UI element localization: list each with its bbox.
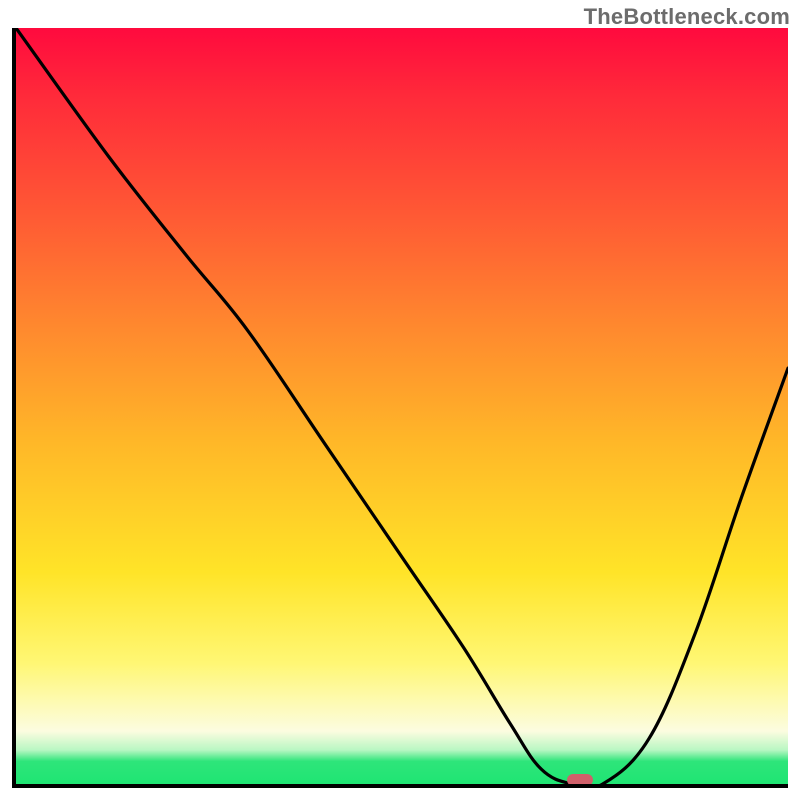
chart-canvas: TheBottleneck.com	[0, 0, 800, 800]
optimal-marker	[567, 774, 593, 786]
plot-area	[12, 28, 788, 788]
watermark-text: TheBottleneck.com	[584, 4, 790, 30]
bottleneck-curve	[16, 28, 788, 784]
curve-path	[16, 28, 788, 784]
